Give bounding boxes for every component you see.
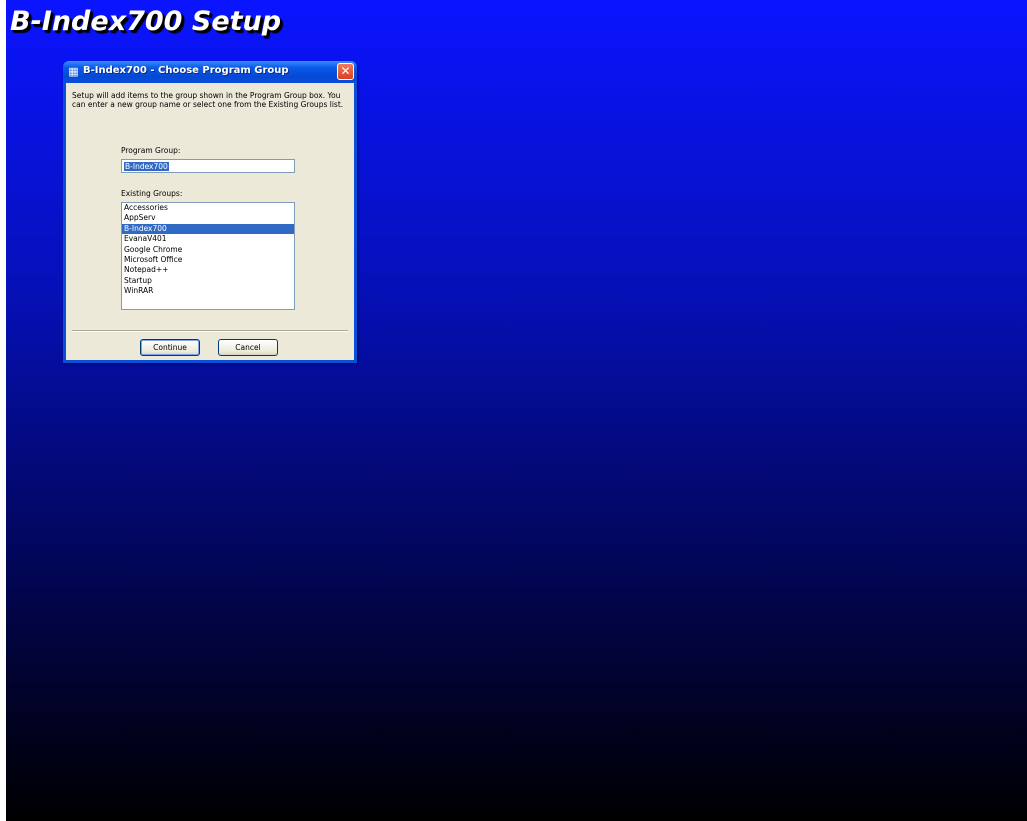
list-item[interactable]: Microsoft Office [122, 255, 294, 265]
divider [72, 330, 348, 332]
list-item[interactable]: WinRAR [122, 286, 294, 296]
list-item[interactable]: Startup [122, 276, 294, 286]
dialog-title: B-Index700 - Choose Program Group [83, 65, 289, 76]
close-button[interactable]: ✕ [337, 63, 354, 80]
program-group-input[interactable]: B-Index700 [121, 159, 295, 173]
dialog-titlebar[interactable]: ▦ B-Index700 - Choose Program Group ✕ [63, 61, 357, 83]
continue-button[interactable]: Continue [140, 339, 200, 356]
list-item[interactable]: Notepad++ [122, 265, 294, 275]
existing-groups-label: Existing Groups: [121, 189, 183, 198]
list-item[interactable]: EvanaV401 [122, 234, 294, 244]
setup-icon: ▦ [68, 65, 79, 78]
dialog-client: Setup will add items to the group shown … [66, 83, 354, 360]
list-item-selected[interactable]: B-Index700 [122, 223, 294, 235]
list-item[interactable]: Accessories [122, 203, 294, 213]
program-group-label: Program Group: [121, 146, 181, 155]
choose-program-group-dialog: ▦ B-Index700 - Choose Program Group ✕ Se… [63, 61, 357, 363]
list-item[interactable]: Google Chrome [122, 245, 294, 255]
existing-groups-list[interactable]: Accessories AppServ B-Index700 EvanaV401… [121, 202, 295, 310]
setup-title: B-Index700 Setup [10, 6, 282, 37]
program-group-value: B-Index700 [124, 162, 169, 171]
intro-text: Setup will add items to the group shown … [72, 91, 344, 109]
list-item[interactable]: AppServ [122, 213, 294, 223]
cancel-button[interactable]: Cancel [218, 339, 278, 356]
